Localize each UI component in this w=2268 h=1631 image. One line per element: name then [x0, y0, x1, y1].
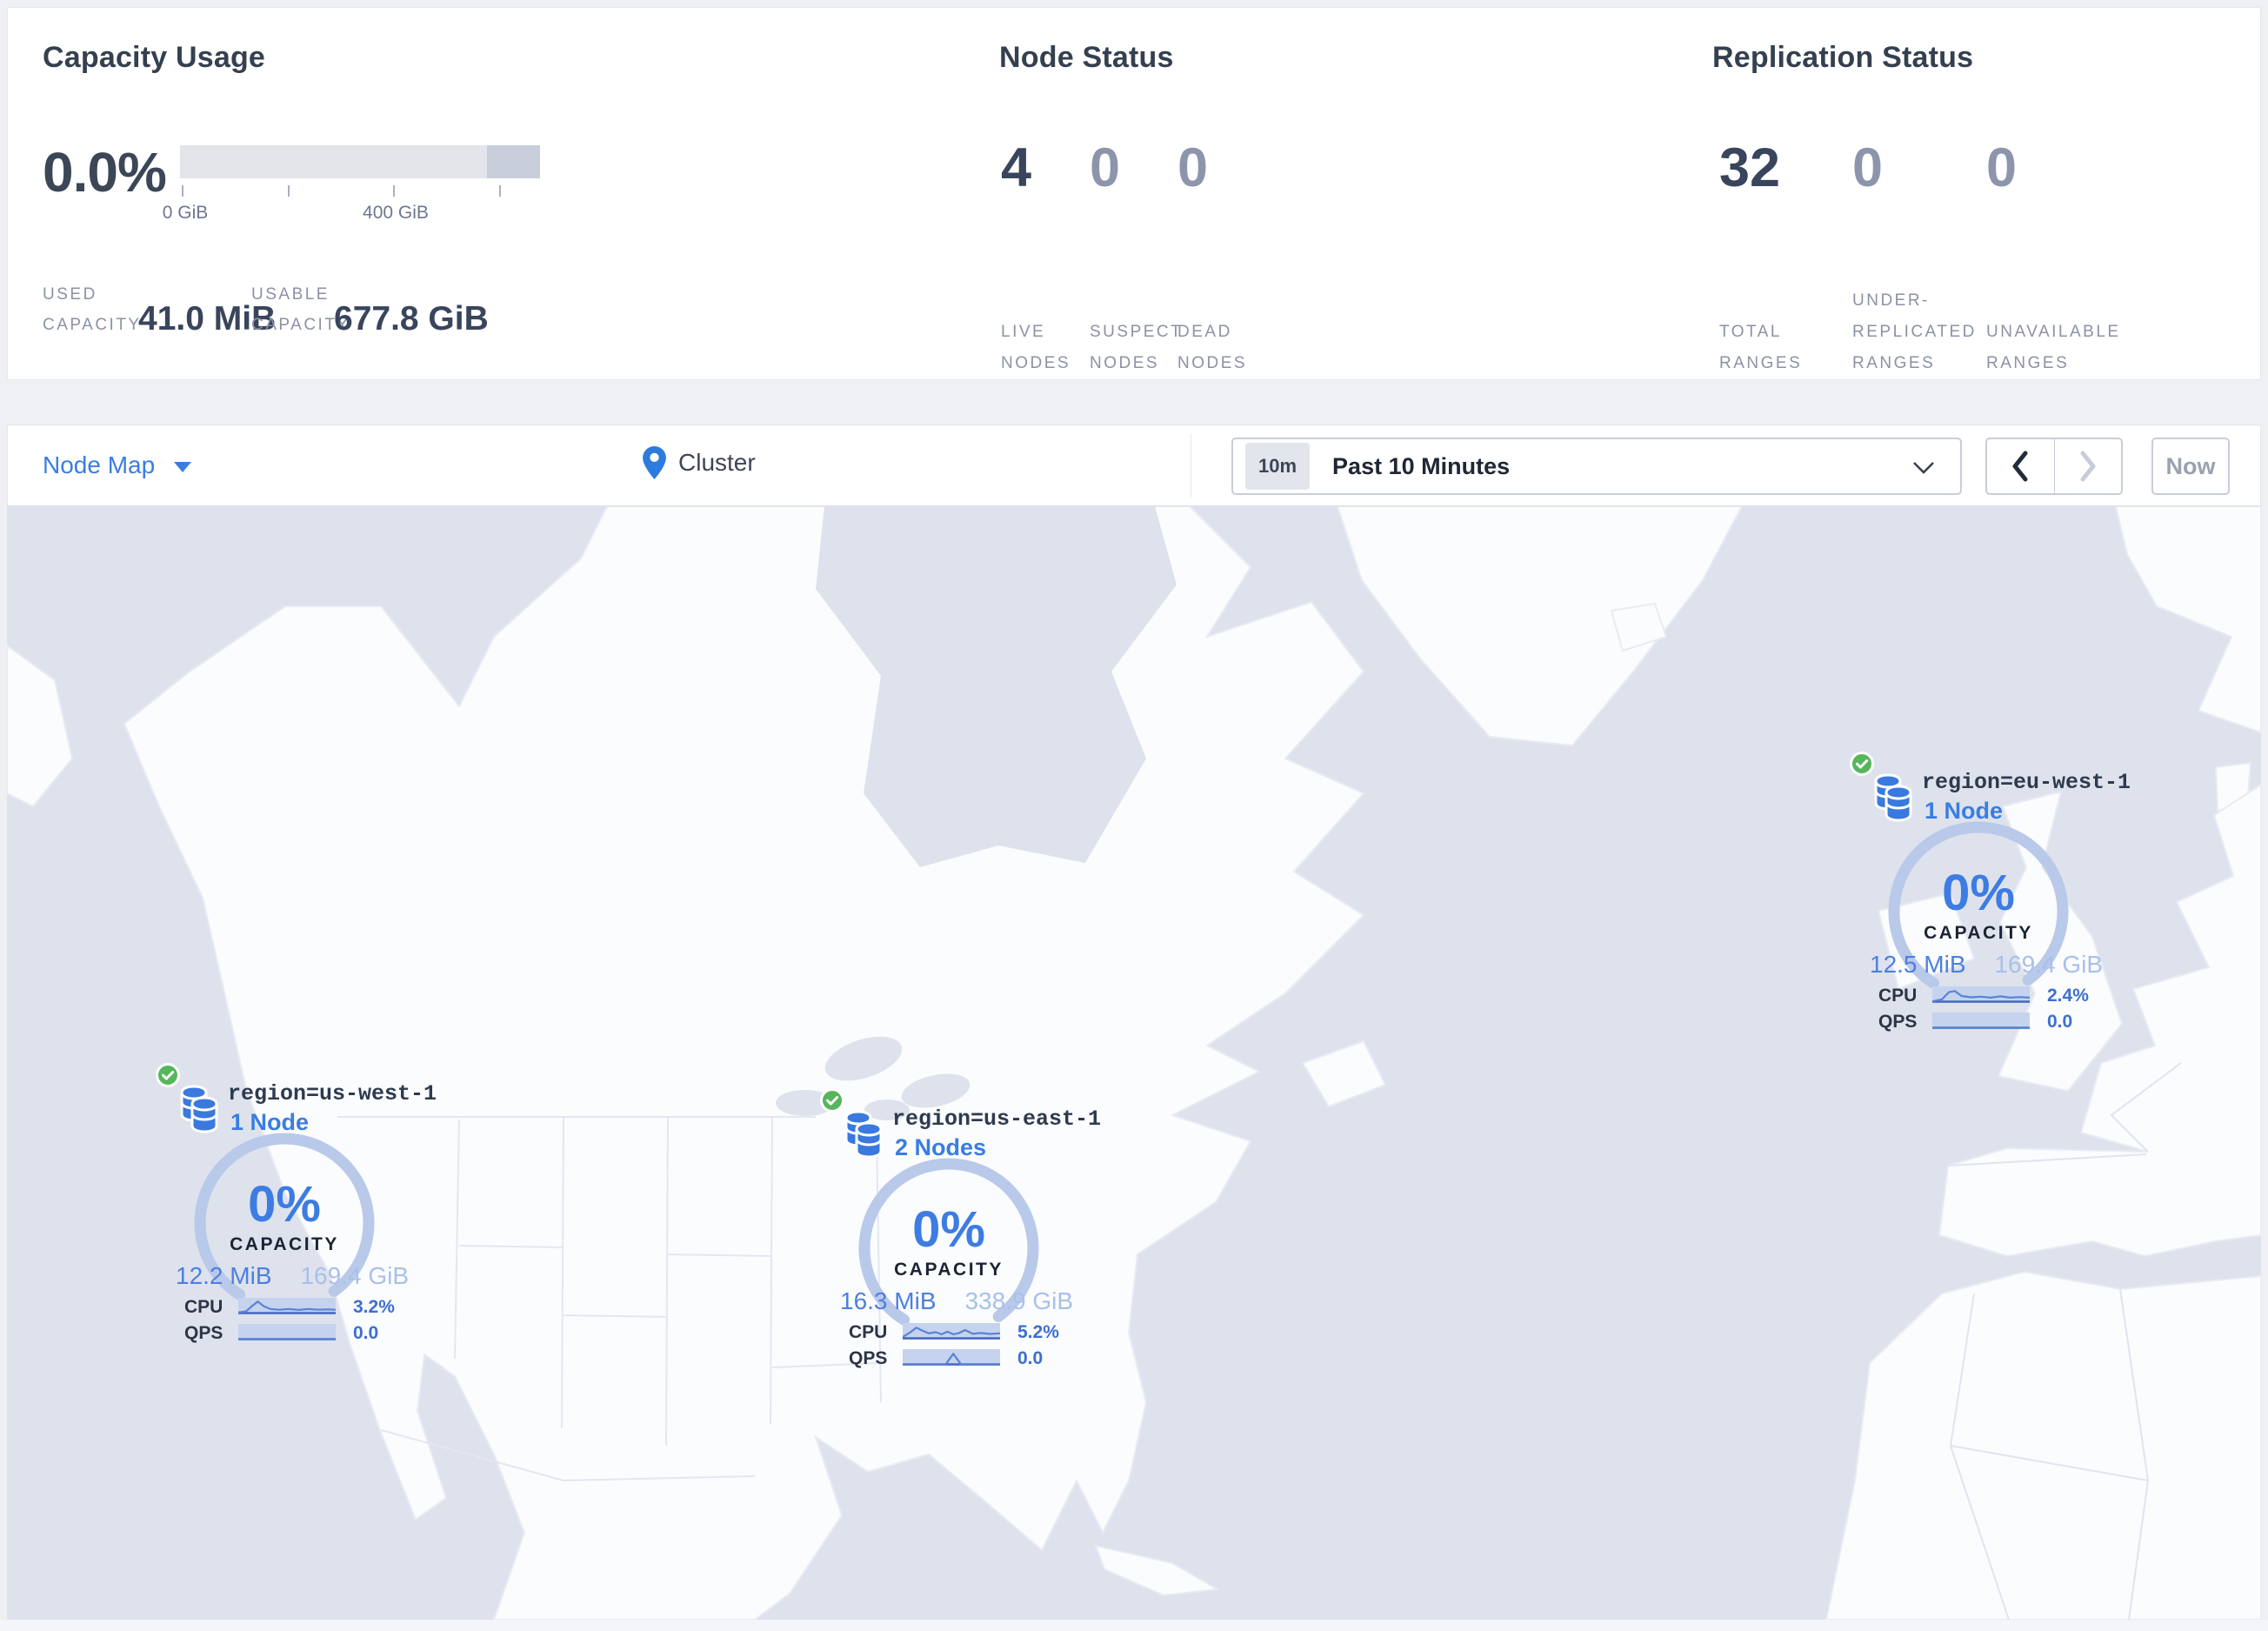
now-button-label: Now	[2165, 452, 2216, 479]
region-label: region=eu-west-1	[1922, 770, 2131, 795]
node-status-section: Node Status 4 0 0 LIVE NODES SUSPECT NOD…	[999, 8, 1695, 379]
check-circle-icon	[156, 1063, 180, 1087]
map-toolbar: Node Map Cluster 10m Past 10 Minutes Now	[7, 424, 2261, 506]
used-capacity-label: USED CAPACITY	[43, 285, 142, 335]
qps-label: QPS	[184, 1323, 223, 1343]
qps-value: 0.0	[1017, 1348, 1044, 1368]
capacity-stats: USED CAPACITY 41.0 MiB USABLE CAPACITY 6…	[43, 276, 982, 345]
chevron-down-icon	[1913, 462, 1934, 474]
cpu-label: CPU	[849, 1322, 888, 1342]
tick-label: 0 GiB	[162, 203, 209, 223]
tick-mark	[393, 185, 395, 197]
qps-value: 0.0	[353, 1323, 379, 1343]
qps-value: 0.0	[2047, 1012, 2073, 1032]
qps-label: QPS	[1878, 1012, 1918, 1032]
cpu-metric-row: CPU 5.2%	[849, 1322, 1075, 1342]
replication-status-section: Replication Status 32 0 0 TOTAL RANGES U…	[1712, 8, 2251, 379]
total-capacity: 169.4 GiB	[300, 1262, 409, 1289]
tick-mark	[288, 185, 290, 197]
capacity-usage-section: Capacity Usage 0.0% 0 GiB 400 GiB USED C…	[43, 8, 982, 379]
unavailable-ranges-count: 0	[1986, 137, 2018, 198]
view-selector-label: Node Map	[43, 451, 156, 478]
time-range-label: Past 10 Minutes	[1332, 452, 1511, 479]
unavailable-ranges-label: UNAVAILABLE RANGES	[1986, 322, 2121, 372]
qps-sparkline	[238, 1324, 336, 1340]
gauge-percent: 0%	[248, 1176, 321, 1233]
tick-mark	[182, 185, 183, 197]
cpu-metric-row: CPU 2.4%	[1878, 986, 2105, 1006]
qps-metric-row: QPS 0.0	[184, 1323, 410, 1343]
prev-time-button[interactable]	[1987, 439, 2055, 493]
capacity-used-percent: 0.0%	[43, 141, 167, 204]
chevron-left-icon	[2012, 451, 2028, 482]
breadcrumb[interactable]: Cluster	[643, 446, 756, 479]
used-capacity: 12.5 MiB	[1870, 951, 1966, 978]
qps-label: QPS	[849, 1348, 888, 1368]
under-replicated-ranges-label: UNDER- REPLICATED RANGES	[1852, 291, 1977, 372]
cpu-value: 5.2%	[1017, 1322, 1059, 1342]
gauge-percent: 0%	[1942, 865, 2015, 921]
total-capacity: 169.4 GiB	[1994, 951, 2103, 978]
time-range-badge: 10m	[1245, 443, 1311, 490]
cpu-sparkline	[903, 1323, 1000, 1340]
capacity-usage-title: Capacity Usage	[43, 41, 266, 74]
check-circle-icon	[820, 1088, 844, 1113]
qps-metric-row: QPS 0.0	[849, 1348, 1075, 1368]
capacity-bar-ticks	[180, 185, 540, 197]
node-map[interactable]: region=us-west-1 1 Node 0% CAPACITY 12.2…	[7, 506, 2261, 1620]
node-marker-eu-west-1[interactable]: region=eu-west-1 1 Node 0% CAPACITY 12.5…	[1849, 751, 2131, 1042]
gauge-capacity-label: CAPACITY	[1924, 923, 2033, 943]
next-time-button[interactable]	[2055, 439, 2122, 493]
region-label: region=us-east-1	[892, 1106, 1102, 1132]
cpu-label: CPU	[184, 1297, 223, 1317]
now-button[interactable]: Now	[2151, 438, 2230, 495]
capacity-bar-reserved-segment	[487, 145, 540, 178]
location-pin-icon	[643, 446, 666, 479]
cpu-value: 2.4%	[2047, 986, 2089, 1006]
tick-mark	[499, 185, 501, 197]
view-selector-dropdown[interactable]: Node Map	[43, 451, 192, 479]
under-replicated-ranges-count: 0	[1852, 137, 1884, 198]
dead-nodes-count: 0	[1177, 137, 1209, 198]
qps-sparkline	[1932, 1013, 2030, 1029]
total-capacity: 338.9 GiB	[964, 1287, 1073, 1314]
cpu-sparkline	[238, 1298, 336, 1314]
region-label: region=us-west-1	[228, 1081, 437, 1106]
cpu-label: CPU	[1878, 986, 1918, 1006]
cpu-metric-row: CPU 3.2%	[184, 1297, 410, 1317]
gauge-capacity-label: CAPACITY	[230, 1234, 339, 1254]
node-status-title: Node Status	[999, 41, 1174, 74]
qps-sparkline	[903, 1349, 1000, 1366]
live-nodes-count: 4	[1001, 137, 1032, 198]
capacity-bar-chart: 0 GiB 400 GiB	[163, 145, 540, 225]
dead-nodes-label: DEAD NODES	[1177, 322, 1248, 372]
suspect-nodes-label: SUSPECT NODES	[1090, 322, 1184, 372]
replication-status-title: Replication Status	[1712, 41, 1974, 74]
cpu-sparkline	[1932, 986, 2030, 1003]
gauge-percent: 0%	[912, 1201, 985, 1258]
node-marker-us-east-1[interactable]: region=us-east-1 2 Nodes 0% CAPACITY 16.…	[819, 1087, 1101, 1379]
page-bottom-margin	[0, 1620, 2268, 1631]
chevron-right-icon	[2080, 451, 2096, 482]
caret-down-icon	[174, 462, 192, 472]
suspect-nodes-count: 0	[1090, 137, 1121, 198]
total-ranges-label: TOTAL RANGES	[1719, 322, 1803, 372]
cpu-value: 3.2%	[353, 1297, 395, 1317]
usable-capacity-value: 677.8 GiB	[334, 300, 489, 338]
live-nodes-label: LIVE NODES	[1001, 322, 1071, 372]
time-range-dropdown[interactable]: 10m Past 10 Minutes	[1231, 438, 1962, 495]
time-pager	[1985, 438, 2123, 495]
capacity-bar-tick-labels: 0 GiB 400 GiB	[163, 203, 540, 225]
cluster-summary-panel: Capacity Usage 0.0% 0 GiB 400 GiB USED C…	[7, 7, 2261, 380]
check-circle-icon	[1850, 752, 1874, 776]
used-capacity: 12.2 MiB	[176, 1262, 272, 1289]
tick-label: 400 GiB	[363, 203, 429, 223]
used-capacity: 16.3 MiB	[840, 1287, 937, 1314]
node-marker-us-west-1[interactable]: region=us-west-1 1 Node 0% CAPACITY 12.2…	[155, 1062, 437, 1354]
gauge-capacity-label: CAPACITY	[894, 1260, 1004, 1280]
total-ranges-count: 32	[1719, 137, 1781, 198]
breadcrumb-label: Cluster	[678, 449, 756, 476]
capacity-bar	[180, 145, 540, 178]
qps-metric-row: QPS 0.0	[1878, 1012, 2105, 1032]
